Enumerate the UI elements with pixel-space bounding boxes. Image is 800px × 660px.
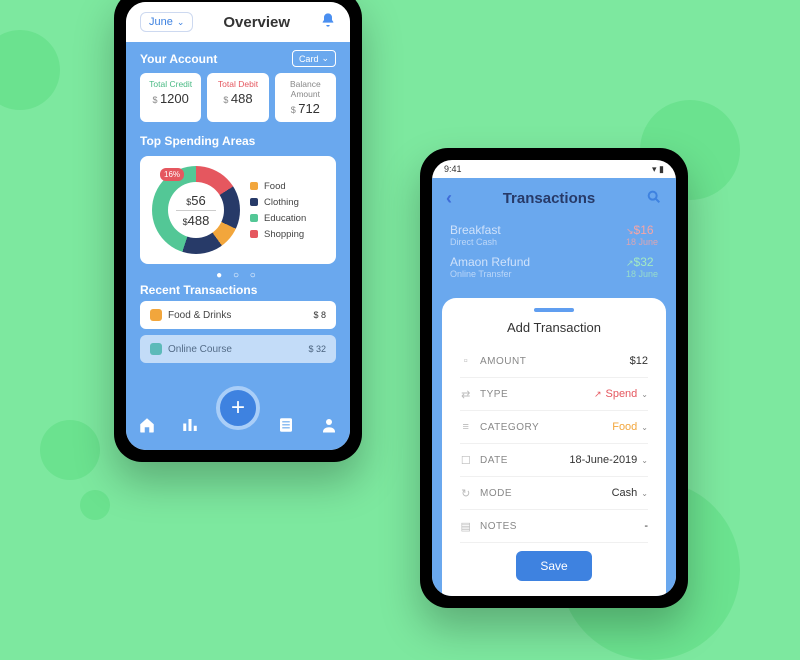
page-title: Transactions xyxy=(503,190,596,207)
status-bar: 9:41 ▾ ▮ xyxy=(432,160,676,178)
amount-row[interactable]: ▫AMOUNT $12 xyxy=(460,345,648,378)
transaction-row[interactable]: Food & Drinks $ 8 xyxy=(140,301,336,329)
category-row[interactable]: ≡CATEGORY Food⌄ xyxy=(460,411,648,444)
month-label: June xyxy=(149,16,173,28)
chevron-down-icon: ⌄ xyxy=(641,423,648,432)
debit-card: Total Debit $ 488 xyxy=(207,73,268,122)
transaction-row[interactable]: Online Course $ 32 xyxy=(140,335,336,363)
bell-icon[interactable] xyxy=(320,12,336,33)
chart-legend: Food Clothing Education Shopping xyxy=(250,176,324,245)
pct-badge: 16% xyxy=(160,168,184,181)
month-selector[interactable]: June ⌄ xyxy=(140,12,193,32)
overview-header: June ⌄ Overview xyxy=(126,2,350,42)
recent-title: Recent Transactions xyxy=(140,283,336,297)
add-transaction-sheet: Add Transaction ▫AMOUNT $12 ⇄TYPE ↗Spend… xyxy=(442,298,666,596)
chevron-down-icon: ⌄ xyxy=(641,489,648,498)
notes-icon: ▤ xyxy=(460,520,472,532)
stats-icon[interactable] xyxy=(181,416,199,439)
course-icon xyxy=(150,343,162,355)
notes-row[interactable]: ▤NOTES - xyxy=(460,510,648,543)
page-title: Overview xyxy=(223,14,290,31)
chevron-down-icon: ⌄ xyxy=(177,17,185,28)
add-button[interactable]: + xyxy=(216,386,260,430)
overview-phone: June ⌄ Overview Your Account Card⌄ Total… xyxy=(114,0,362,462)
food-icon xyxy=(150,309,162,321)
status-icons: ▾ ▮ xyxy=(652,164,664,175)
spending-title: Top Spending Areas xyxy=(140,134,336,148)
chevron-down-icon: ⌄ xyxy=(641,390,648,399)
category-icon: ≡ xyxy=(460,421,472,433)
card-selector[interactable]: Card⌄ xyxy=(292,50,336,67)
home-icon[interactable] xyxy=(138,416,156,439)
spending-chart-card: 16% $56 $488 Food Clothing Education Sho… xyxy=(140,156,336,264)
sheet-title: Add Transaction xyxy=(460,320,648,335)
date-icon: ☐ xyxy=(460,454,472,466)
status-time: 9:41 xyxy=(444,164,462,174)
mode-row[interactable]: ↻MODE Cash⌄ xyxy=(460,477,648,510)
profile-icon[interactable] xyxy=(320,416,338,439)
sheet-handle[interactable] xyxy=(534,308,574,312)
balance-card: Balance Amount $ 712 xyxy=(275,73,336,122)
account-title: Your Account xyxy=(140,52,217,66)
transactions-phone: 9:41 ▾ ▮ ‹ Transactions BreakfastDirect … xyxy=(420,148,688,608)
chevron-down-icon: ⌄ xyxy=(321,53,329,64)
search-icon[interactable] xyxy=(646,189,662,208)
page-dots[interactable]: ● ○ ○ xyxy=(140,264,336,283)
save-button[interactable]: Save xyxy=(516,551,591,581)
type-icon: ⇄ xyxy=(460,388,472,400)
bg-transaction: BreakfastDirect Cash ↘$1618 June xyxy=(432,219,676,251)
mode-icon: ↻ xyxy=(460,487,472,499)
credit-card: Total Credit $ 1200 xyxy=(140,73,201,122)
list-icon[interactable] xyxy=(277,416,295,439)
back-icon[interactable]: ‹ xyxy=(446,188,452,209)
donut-chart: 16% $56 $488 xyxy=(152,166,240,254)
chevron-down-icon: ⌄ xyxy=(641,456,648,465)
type-row[interactable]: ⇄TYPE ↗Spend⌄ xyxy=(460,378,648,411)
amount-icon: ▫ xyxy=(460,355,472,367)
bottom-nav: + xyxy=(126,404,350,450)
bg-transaction: Amaon RefundOnline Transfer ↗$3218 June xyxy=(432,251,676,283)
date-row[interactable]: ☐DATE 18-June-2019⌄ xyxy=(460,444,648,477)
